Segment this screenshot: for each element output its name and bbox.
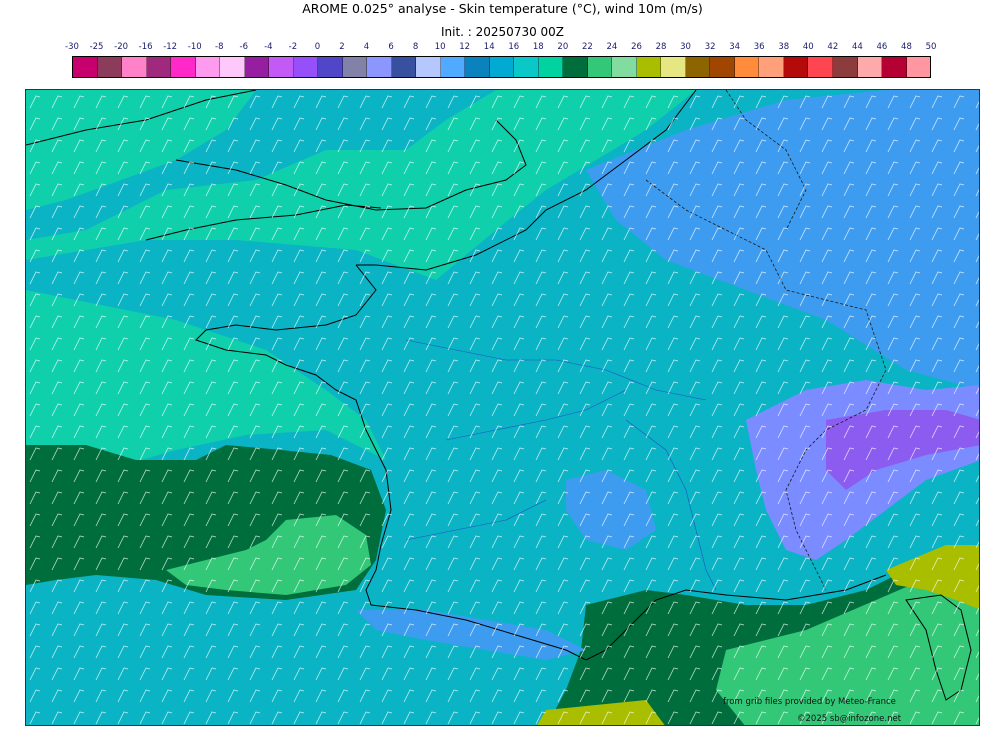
colorbar-swatch	[440, 57, 466, 77]
colorbar-swatch	[318, 57, 343, 77]
colorbar-swatch	[514, 57, 539, 77]
colorbar-tick-label: -16	[138, 42, 153, 52]
colorbar-swatch	[710, 57, 735, 77]
colorbar-tick-label: 12	[459, 42, 471, 52]
colorbar-tick-label: 0	[314, 42, 321, 52]
colorbar-tick-label: -2	[288, 42, 298, 52]
colorbar-tick-label: 28	[655, 42, 667, 52]
colorbar-tick-label: 24	[606, 42, 618, 52]
colorbar-swatch	[244, 57, 270, 77]
colorbar-swatch	[857, 57, 883, 77]
colorbar-tick-label: 18	[532, 42, 544, 52]
colorbar-tick-label: -12	[163, 42, 178, 52]
colorbar-swatch	[342, 57, 368, 77]
colorbar-swatch	[220, 57, 245, 77]
colorbar-tick-label: -4	[264, 42, 273, 52]
colorbar-swatch	[636, 57, 662, 77]
colorbar-swatch	[122, 57, 147, 77]
colorbar-tick-label: 36	[753, 42, 765, 52]
colorbar-swatch	[146, 57, 172, 77]
colorbar-tick-label: 30	[680, 42, 691, 52]
colorbar-swatch	[906, 57, 931, 77]
colorbar-tick-label: 32	[704, 42, 716, 52]
colorbar-swatch	[538, 57, 564, 77]
colorbar-tick-label: 48	[901, 42, 912, 52]
init-time: Init. : 20250730 00Z	[440, 25, 565, 39]
temperature-map[interactable]	[25, 89, 980, 726]
colorbar-swatch	[293, 57, 319, 77]
colorbar-swatch	[367, 57, 392, 77]
colorbar-tick-label: 6	[388, 42, 394, 52]
colorbar-swatch	[416, 57, 441, 77]
source-credit: from grib files provided by Meteo-France	[723, 697, 896, 707]
colorbar-tick-label: 4	[363, 42, 370, 52]
colorbar-tick-label: -25	[89, 42, 104, 52]
colorbar-tick-label: 26	[631, 42, 642, 52]
map-title: AROME 0.025° analyse - Skin temperature …	[302, 1, 703, 16]
copyright-credit: ©2025 sb@infozone.net	[797, 714, 902, 724]
colorbar-swatch	[489, 57, 515, 77]
colorbar-swatch	[73, 57, 98, 77]
colorbar-tick-label: 42	[827, 42, 839, 52]
colorbar-swatch	[685, 57, 711, 77]
colorbar-swatch	[465, 57, 490, 77]
colorbar-tick-label: 34	[729, 42, 741, 52]
colorbar-swatch	[808, 57, 833, 77]
colorbar-swatch	[97, 57, 123, 77]
colorbar-swatch	[171, 57, 196, 77]
colorbar-tick-label: -20	[114, 42, 129, 52]
map-canvas	[26, 90, 979, 725]
colorbar-swatch	[587, 57, 613, 77]
colorbar-swatch	[661, 57, 686, 77]
colorbar-tick-label: 22	[581, 42, 593, 52]
colorbar-swatch	[269, 57, 294, 77]
colorbar-tick-label: 40	[802, 42, 814, 52]
colorbar-tick-label: 50	[925, 42, 937, 52]
colorbar-swatch	[391, 57, 417, 77]
colorbar-tick-label: -10	[187, 42, 202, 52]
colorbar-swatch	[832, 57, 858, 77]
wind-barbs	[26, 90, 979, 725]
colorbar-tick-label: 8	[412, 42, 419, 52]
colorbar-swatch	[195, 57, 221, 77]
colorbar-swatch	[734, 57, 760, 77]
colorbar-tick-label: 10	[434, 42, 446, 52]
colorbar-tick-label: 46	[876, 42, 888, 52]
colorbar-tick-label: 16	[508, 42, 520, 52]
colorbar-swatch	[759, 57, 784, 77]
colorbar-tick-label: 20	[557, 42, 569, 52]
colorbar-tick-label: -8	[215, 42, 224, 52]
colorbar-tick-labels: -30 -25 -20 -16 -12 -10 -8 -6 -4 -2 0 2 4 6 8 10 12 14 16 1…	[65, 42, 936, 54]
colorbar-swatch	[882, 57, 907, 77]
colorbar-tick-label: 44	[851, 42, 863, 52]
temperature-colorbar	[72, 56, 931, 78]
colorbar-tick-label: -6	[239, 42, 249, 52]
colorbar-swatch	[612, 57, 637, 77]
colorbar-tick-label: 38	[778, 42, 790, 52]
colorbar-swatch	[563, 57, 588, 77]
colorbar-swatch	[783, 57, 809, 77]
colorbar-tick-label: 14	[483, 42, 495, 52]
colorbar-tick-label: -30	[65, 42, 79, 52]
colorbar-tick-label: 2	[339, 42, 345, 52]
